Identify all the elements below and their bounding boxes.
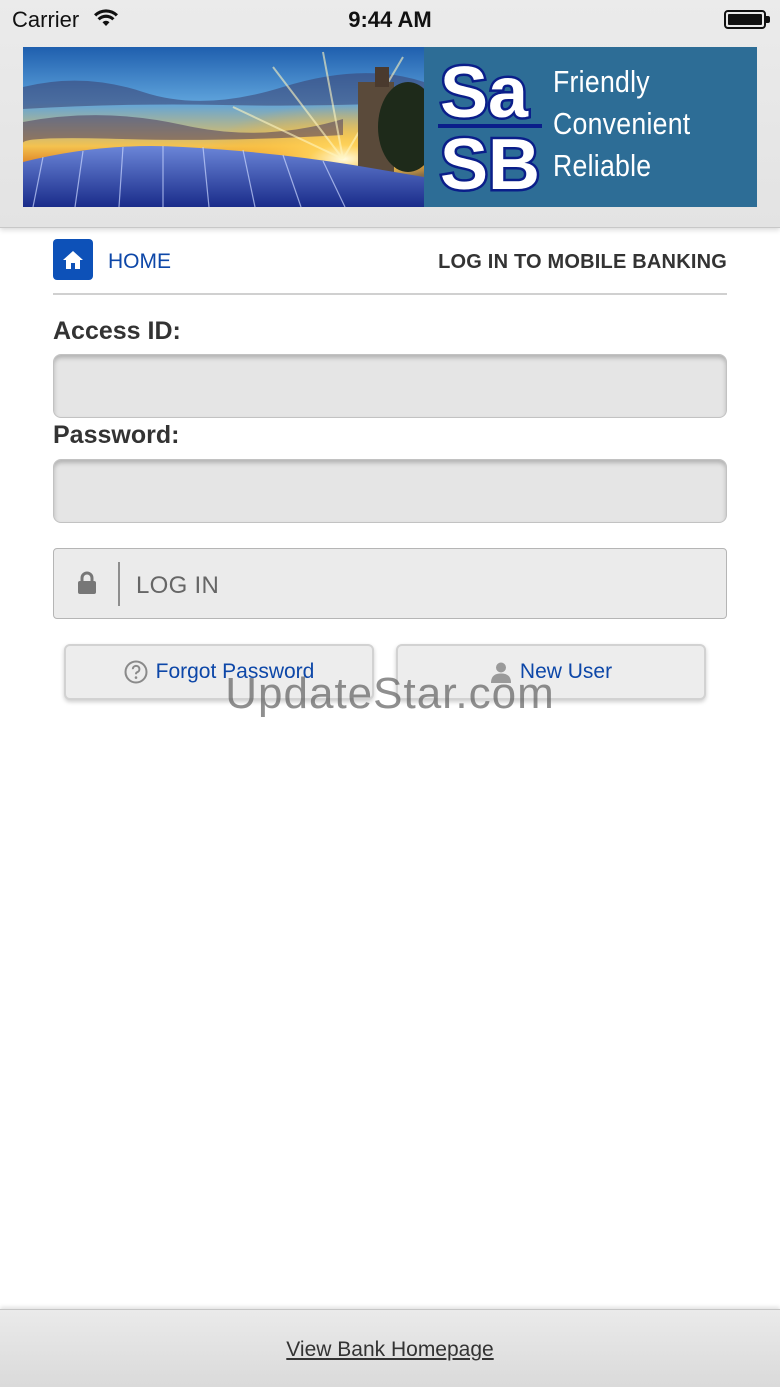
new-user-button[interactable]: New User <box>396 644 706 700</box>
page-title: LOG IN TO MOBILE BANKING <box>438 251 727 273</box>
new-user-label: New User <box>519 660 613 683</box>
user-icon <box>490 662 511 683</box>
breadcrumb-nav: HOME LOG IN TO MOBILE BANKING <box>53 239 727 295</box>
bank-logo-panel: Sa SB Friendly Convenient Reliable <box>424 47 757 207</box>
login-button[interactable]: LOG IN <box>53 548 727 619</box>
home-link[interactable]: HOME <box>108 250 171 274</box>
view-bank-homepage-link[interactable]: View Bank Homepage <box>0 1338 780 1362</box>
lock-icon <box>78 571 96 594</box>
home-button[interactable] <box>53 239 93 280</box>
status-time: 9:44 AM <box>348 7 432 32</box>
forgot-password-label: Forgot Password <box>155 660 315 683</box>
logo-letters-top: Sa <box>440 55 529 133</box>
home-icon <box>63 250 83 269</box>
login-button-label: LOG IN <box>136 572 220 599</box>
access-id-label: Access ID: <box>53 317 181 345</box>
status-bar: Carrier 9:44 AM <box>0 0 780 40</box>
access-id-input[interactable] <box>53 354 727 418</box>
sunset-grain-elevator-photo <box>23 47 424 207</box>
bank-logo: Sa SB <box>438 55 542 197</box>
password-label: Password: <box>53 421 180 449</box>
logo-letters-bottom: SB <box>440 125 540 197</box>
battery-icon <box>724 10 770 29</box>
password-input[interactable] <box>53 459 727 523</box>
tagline-line-3: Reliable <box>553 148 652 183</box>
forgot-password-button[interactable]: Forgot Password <box>64 644 374 700</box>
footer-bar: View Bank Homepage <box>0 1309 780 1387</box>
tagline-line-2: Convenient <box>553 106 691 141</box>
tagline-line-1: Friendly <box>553 64 650 99</box>
login-button-divider <box>118 562 120 606</box>
question-circle-icon <box>124 660 148 684</box>
bank-banner: Sa SB Friendly Convenient Reliable <box>23 47 757 207</box>
